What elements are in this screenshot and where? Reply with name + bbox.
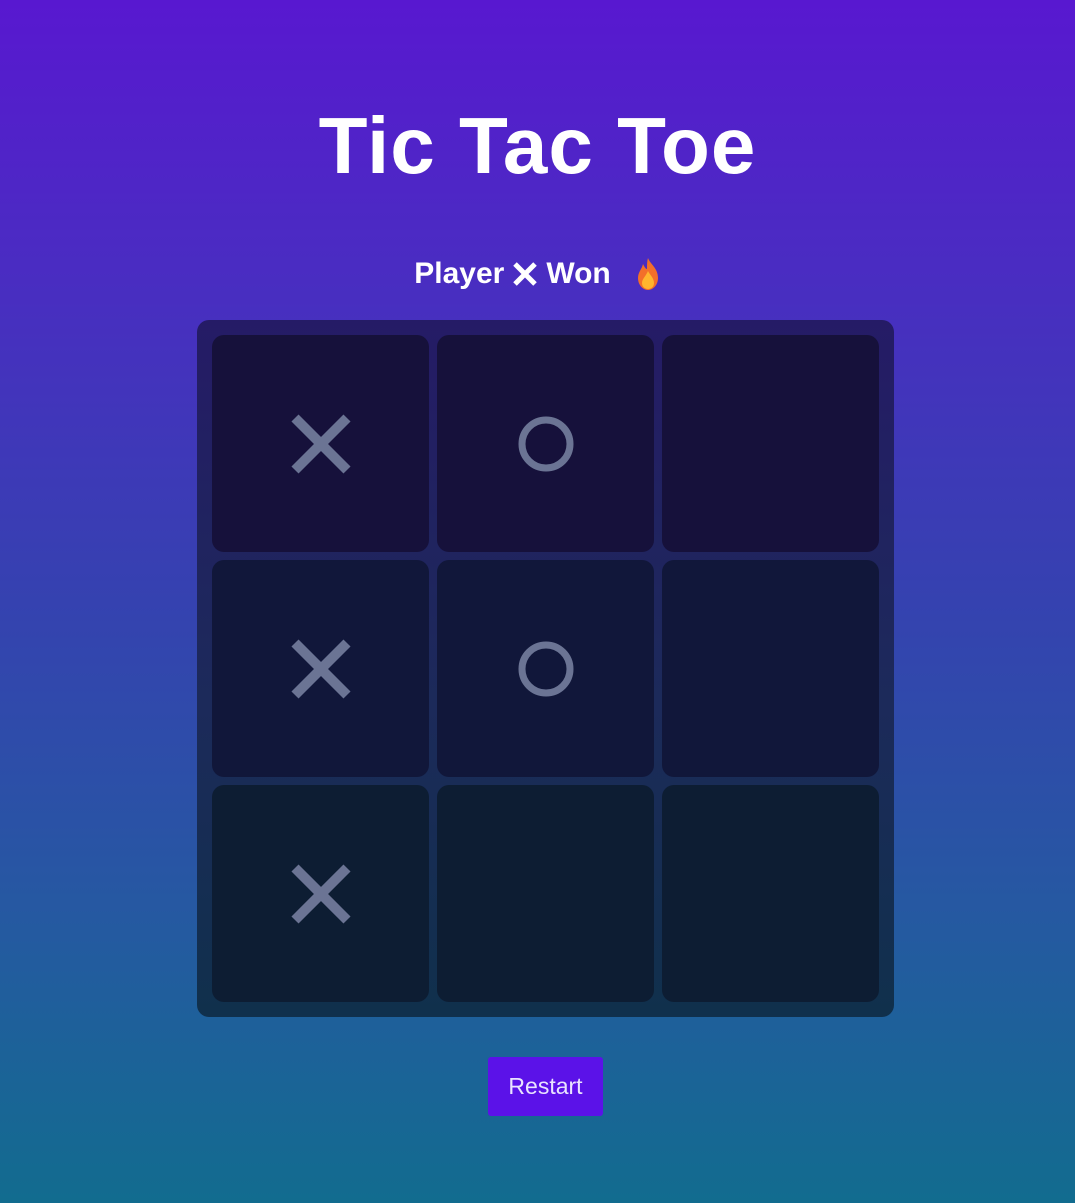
- game-board: [197, 320, 894, 1017]
- board-cell-2-2[interactable]: [662, 785, 879, 1002]
- page-title: Tic Tac Toe: [318, 101, 757, 190]
- status-suffix: Won: [546, 257, 611, 290]
- board-cell-1-0[interactable]: [212, 560, 429, 777]
- game-status: Player Won: [0, 252, 1075, 296]
- x-mark-icon: [290, 638, 351, 699]
- board-cell-2-0[interactable]: [212, 785, 429, 1002]
- fire-icon: [637, 258, 658, 290]
- board-cell-1-2[interactable]: [662, 560, 879, 777]
- board-cell-0-1[interactable]: [437, 335, 654, 552]
- restart-button[interactable]: Restart: [488, 1057, 603, 1116]
- status-prefix: Player: [414, 257, 505, 290]
- o-mark-icon: [518, 641, 573, 696]
- board-cell-2-1[interactable]: [437, 785, 654, 1002]
- x-mark-icon: [290, 863, 351, 924]
- board-cell-1-1[interactable]: [437, 560, 654, 777]
- board-cell-0-2[interactable]: [662, 335, 879, 552]
- o-mark-icon: [518, 416, 573, 471]
- x-mark-icon: [290, 413, 351, 474]
- x-mark-icon: [513, 262, 538, 286]
- board-cell-0-0[interactable]: [212, 335, 429, 552]
